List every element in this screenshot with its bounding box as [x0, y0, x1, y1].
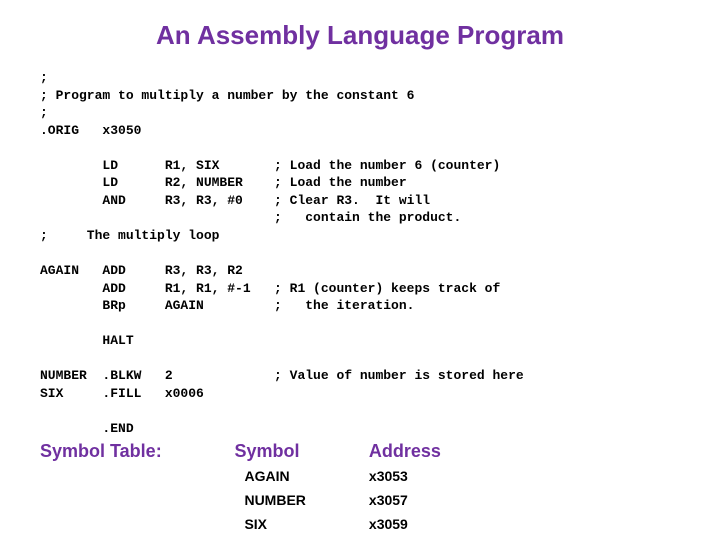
address-cell: x3059 [369, 516, 408, 532]
address-cell: x3053 [369, 468, 408, 484]
symbol-table-label: Symbol Table: [40, 441, 230, 462]
address-header: Address [369, 441, 441, 462]
symbol-header: Symbol [234, 441, 364, 462]
page-title: An Assembly Language Program [40, 20, 680, 51]
assembly-code-block: ; ; Program to multiply a number by the … [40, 69, 680, 437]
table-row: NUMBER x3057 [40, 492, 680, 510]
table-row: SIX x3059 [40, 516, 680, 534]
address-cell: x3057 [369, 492, 408, 508]
symbol-cell: NUMBER [244, 492, 364, 508]
symbol-table: Symbol Table: Symbol Address AGAIN x3053… [40, 441, 680, 534]
symbol-cell: AGAIN [244, 468, 364, 484]
symbol-cell: SIX [244, 516, 364, 532]
table-row: AGAIN x3053 [40, 468, 680, 486]
